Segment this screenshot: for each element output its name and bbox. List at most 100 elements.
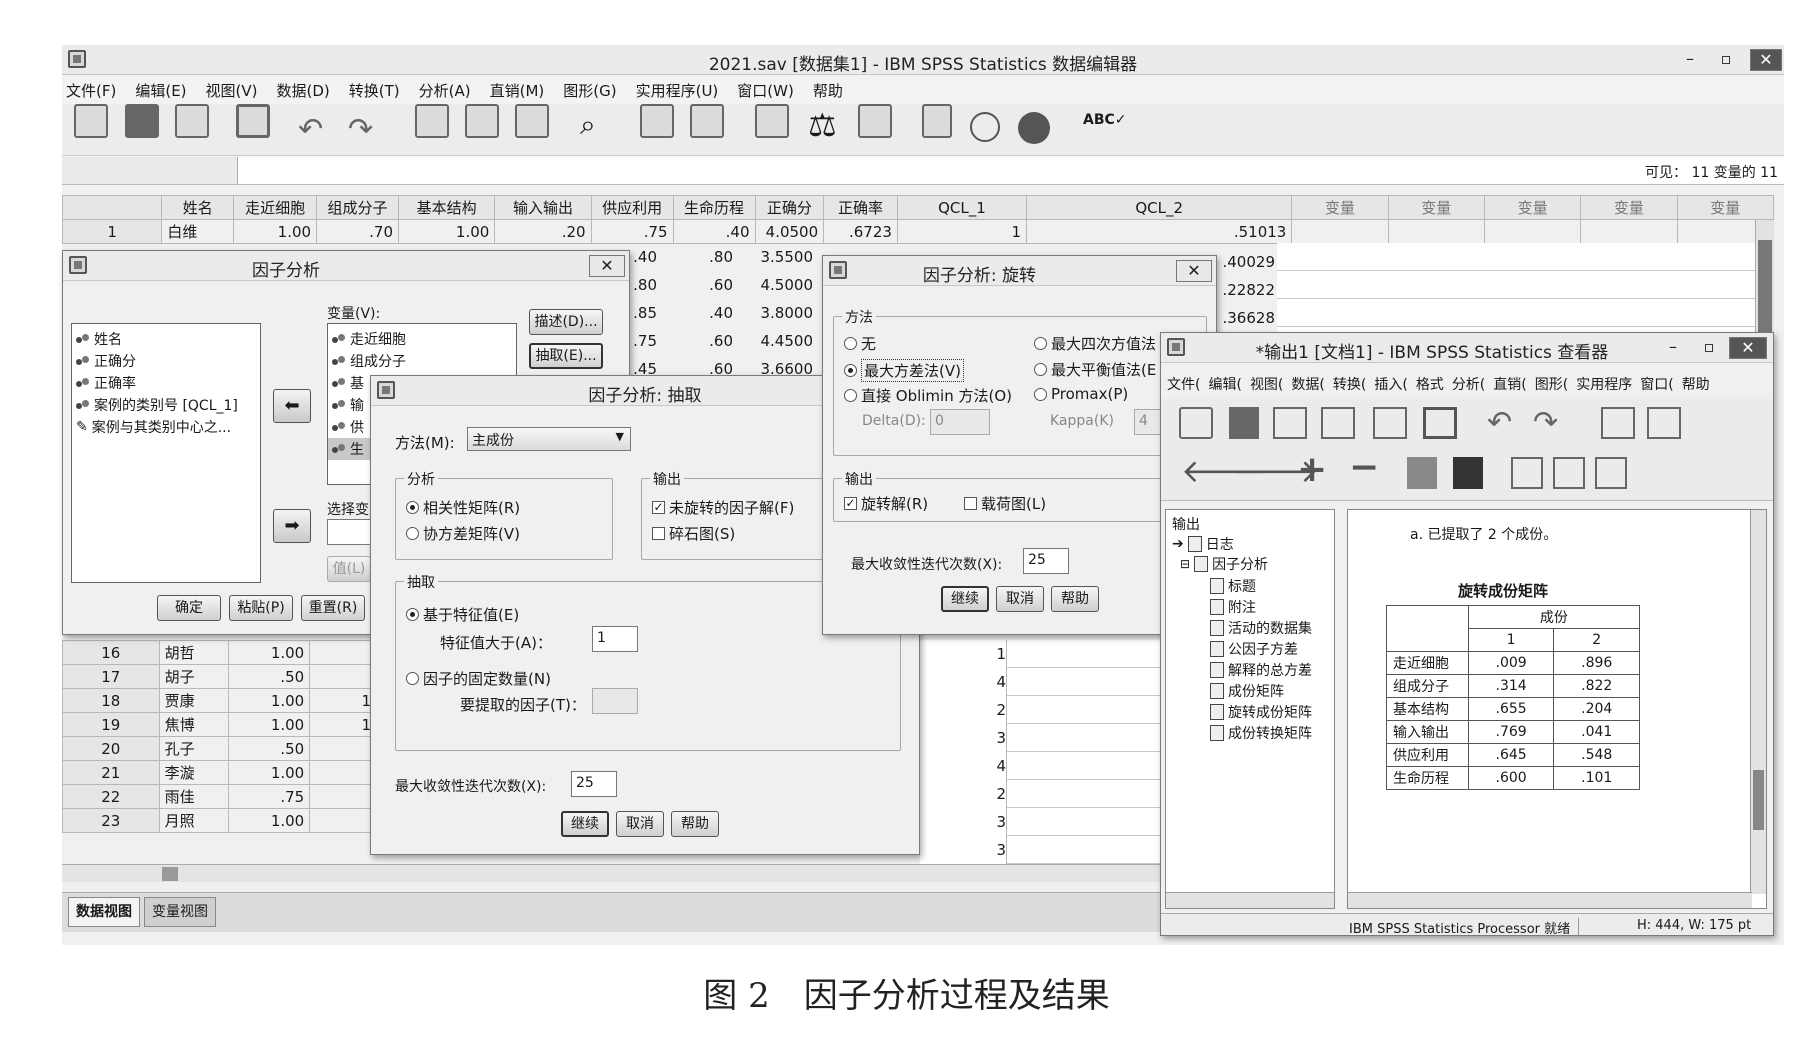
ok-button[interactable]: 确定 xyxy=(157,595,221,621)
cell[interactable]: .36628 xyxy=(1215,304,1276,332)
varimax-radio[interactable]: 最大方差法(V) xyxy=(844,359,964,382)
insert-cases-icon[interactable] xyxy=(640,104,674,138)
open-file-icon[interactable] xyxy=(74,104,108,138)
print-icon[interactable] xyxy=(1273,407,1307,439)
cell[interactable] xyxy=(1291,219,1389,244)
cell[interactable]: 4 xyxy=(920,752,1006,780)
outline-hscrollbar[interactable] xyxy=(1166,892,1334,908)
cell[interactable]: 1.00 xyxy=(228,640,311,665)
continue-button[interactable]: 继续 xyxy=(561,811,609,837)
cell[interactable]: 雨佳 xyxy=(158,784,230,809)
list-item[interactable]: ✎ 案例与其类别中心之... xyxy=(72,416,260,438)
row-number[interactable]: 1 xyxy=(61,219,163,244)
cancel-button[interactable]: 取消 xyxy=(996,586,1044,612)
close-button[interactable]: ✕ xyxy=(589,255,625,277)
menu-file[interactable]: 文件( xyxy=(1167,374,1200,394)
method-select[interactable]: 主成份 ▼ xyxy=(467,427,631,451)
cell[interactable]: 3 xyxy=(920,808,1006,836)
maximize-button[interactable]: ▫ xyxy=(1710,49,1742,71)
cell[interactable]: 4.4500 xyxy=(733,332,814,360)
collapse-icon[interactable]: − xyxy=(1349,447,1379,488)
dialog-recall-icon[interactable] xyxy=(1423,407,1457,439)
menu-data[interactable]: 数据(D) xyxy=(277,80,330,101)
cell[interactable]: .80 xyxy=(657,248,733,276)
minimize-button[interactable]: – xyxy=(1674,49,1706,71)
promax-radio[interactable]: Promax(P) xyxy=(1034,385,1128,403)
list-item[interactable]: 案例的类别号 [QCL_1] xyxy=(72,394,260,416)
help-button[interactable]: 帮助 xyxy=(671,811,719,837)
outline-pane[interactable]: 输出 ➔ 日志 ⊟ 因子分析 标题 附注 活动的数据集 公因子方差 解释的总方差 成… xyxy=(1165,509,1335,909)
show-icon[interactable] xyxy=(1407,457,1437,489)
menu-format[interactable]: 格式 xyxy=(1416,374,1444,394)
row-number[interactable]: 21 xyxy=(62,760,160,785)
tree-item-active-dataset[interactable]: 活动的数据集 xyxy=(1210,618,1312,638)
cell[interactable]: 贾康 xyxy=(158,688,230,713)
eigenvalue-radio[interactable]: 基于特征值(E) xyxy=(406,604,519,625)
quartimax-radio[interactable]: 最大四次方值法 xyxy=(1034,333,1156,354)
column-header[interactable]: 变量 xyxy=(1483,195,1582,220)
find-icon[interactable]: ⌕ xyxy=(580,108,596,142)
cell[interactable]: 4 xyxy=(920,668,1006,696)
rotated-solution-checkbox[interactable]: ✓ 旋转解(R) xyxy=(844,493,928,514)
oblimin-radio[interactable]: 直接 Oblimin 方法(O) xyxy=(844,385,1012,406)
cell[interactable]: 1.00 xyxy=(228,808,311,833)
menu-view[interactable]: 视图(V) xyxy=(206,80,258,101)
descriptives-button[interactable]: 描述(D)... xyxy=(529,309,603,335)
select-cases-icon[interactable] xyxy=(858,104,892,138)
cell[interactable]: 1.00 xyxy=(233,219,318,244)
cell-editor-bar[interactable]: 可见： 11 变量的 11 xyxy=(62,157,1784,185)
tree-item-output[interactable]: 输出 xyxy=(1172,514,1200,534)
cell[interactable]: 焦博 xyxy=(158,712,230,737)
rotation-none-radio[interactable]: 无 xyxy=(844,333,876,354)
menu-view[interactable]: 视图( xyxy=(1250,374,1283,394)
tree-item-communalities[interactable]: 公因子方差 xyxy=(1210,639,1298,659)
list-item[interactable]: 姓名 xyxy=(72,328,260,350)
rotation-max-iterations-field[interactable]: 25 xyxy=(1023,548,1069,574)
cell[interactable]: 白维 xyxy=(161,219,235,244)
column-header[interactable]: 变量 xyxy=(1580,195,1678,220)
use-sets-icon[interactable] xyxy=(970,112,1000,142)
close-button[interactable]: ✕ xyxy=(1750,49,1782,71)
menu-graphs[interactable]: 图形(G) xyxy=(563,80,616,101)
cell[interactable]: 1.00 xyxy=(228,688,311,713)
hide-icon[interactable] xyxy=(1453,457,1483,489)
column-header[interactable]: 姓名 xyxy=(161,195,235,220)
cell[interactable]: 4.5000 xyxy=(733,276,814,304)
list-item[interactable]: 正确率 xyxy=(72,372,260,394)
list-item[interactable]: 正确分 xyxy=(72,350,260,372)
source-variable-list[interactable]: 姓名 正确分 正确率 案例的类别号 [QCL_1] ✎ 案例与其类别中心之... xyxy=(71,323,261,583)
open-file-icon[interactable] xyxy=(1179,407,1213,439)
cell[interactable]: 李漩 xyxy=(158,760,230,785)
menu-window[interactable]: 窗口( xyxy=(1640,374,1673,394)
cell[interactable] xyxy=(309,664,377,689)
tree-item-factor-analysis[interactable]: ⊟ 因子分析 xyxy=(1180,554,1268,574)
cell[interactable]: .60 xyxy=(657,332,733,360)
insert-heading-icon[interactable] xyxy=(1511,457,1543,489)
cell[interactable]: .60 xyxy=(657,276,733,304)
move-right-button[interactable]: ⬅ xyxy=(273,389,311,423)
row-number[interactable]: 17 xyxy=(62,664,160,689)
cancel-button[interactable]: 取消 xyxy=(616,811,664,837)
menu-edit[interactable]: 编辑( xyxy=(1208,374,1241,394)
redo-icon[interactable]: ↷ xyxy=(348,112,373,147)
tab-variable-view[interactable]: 变量视图 xyxy=(144,897,216,927)
show-all-vars-icon[interactable] xyxy=(1018,112,1050,144)
goto-variable-icon[interactable] xyxy=(465,104,499,138)
menu-analyze[interactable]: 分析( xyxy=(1452,374,1485,394)
cell[interactable]: 1.00 xyxy=(398,219,496,244)
close-button[interactable]: ✕ xyxy=(1729,337,1767,359)
scroll-left-arrow[interactable] xyxy=(162,867,178,881)
cell[interactable]: .75 xyxy=(590,219,674,244)
tree-item-rotated-matrix[interactable]: 旋转成份矩阵 xyxy=(1210,702,1312,722)
cell[interactable]: .6723 xyxy=(823,219,898,244)
cell[interactable]: 1.00 xyxy=(228,760,311,785)
extraction-button[interactable]: 抽取(E)... xyxy=(529,343,603,369)
spell-check-icon[interactable]: ABC✓ xyxy=(1083,112,1127,128)
column-header[interactable]: QCL_1 xyxy=(896,195,1028,220)
covariance-matrix-radio[interactable]: 协方差矩阵(V) xyxy=(406,523,520,544)
cell[interactable] xyxy=(309,808,377,833)
expand-icon[interactable]: + xyxy=(1297,449,1327,490)
variables-icon[interactable] xyxy=(515,104,549,138)
cell[interactable] xyxy=(309,640,377,665)
maximize-button[interactable]: ▫ xyxy=(1693,337,1725,359)
